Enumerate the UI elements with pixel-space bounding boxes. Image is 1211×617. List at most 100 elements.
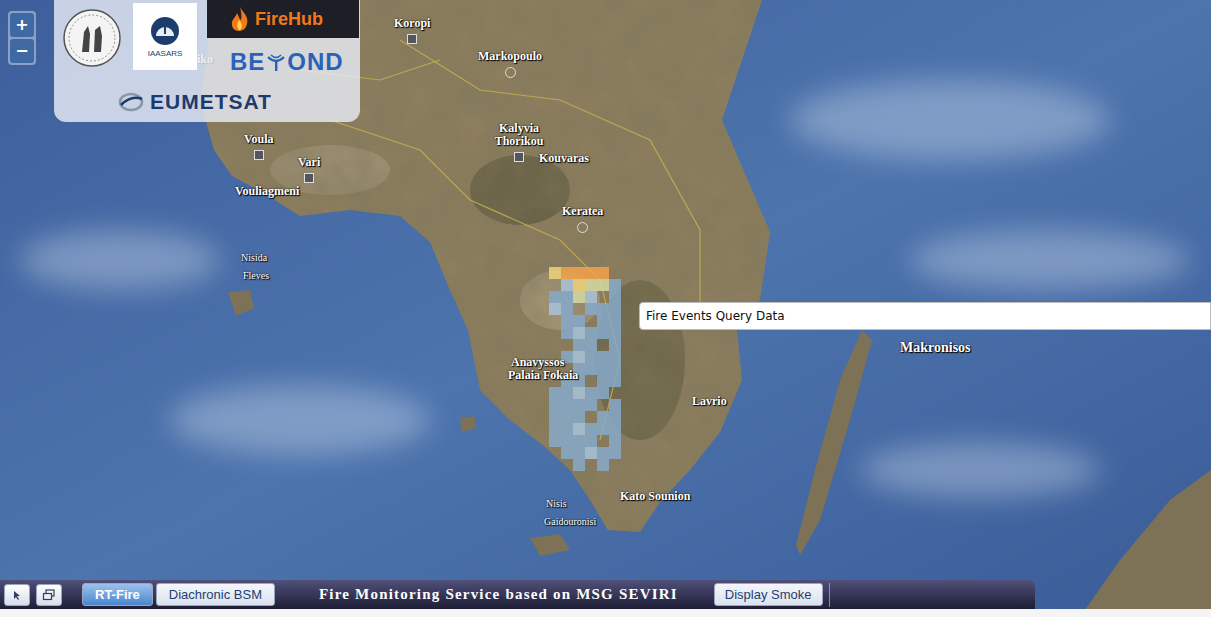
fire-pixel[interactable] — [585, 279, 597, 291]
place-name: Fleves — [243, 270, 269, 282]
fire-pixel[interactable] — [561, 399, 573, 411]
fire-pixel[interactable] — [573, 327, 585, 339]
fire-pixel[interactable] — [585, 303, 597, 315]
fire-pixel[interactable] — [573, 411, 585, 423]
zoom-out-button[interactable]: − — [10, 39, 34, 63]
city-marker-icon — [577, 222, 588, 233]
fire-pixel[interactable] — [585, 363, 597, 375]
pointer-tool-button[interactable] — [4, 584, 30, 606]
fire-pixel[interactable] — [549, 387, 561, 399]
fire-pixel[interactable] — [609, 315, 621, 327]
fire-pixel[interactable] — [585, 327, 597, 339]
mode-tab[interactable]: RT-Fire — [82, 583, 153, 606]
fire-pixel[interactable] — [597, 327, 609, 339]
toolbar-separator — [829, 583, 830, 607]
fire-pixel[interactable] — [609, 423, 621, 435]
window-tool-button[interactable] — [36, 584, 62, 606]
fire-pixel[interactable] — [573, 291, 585, 303]
fire-pixel[interactable] — [573, 387, 585, 399]
fire-pixel — [585, 459, 597, 471]
fire-pixel[interactable] — [549, 423, 561, 435]
fire-pixel[interactable] — [573, 459, 585, 471]
fire-pixel[interactable] — [609, 303, 621, 315]
fire-pixel[interactable] — [561, 387, 573, 399]
fire-pixel[interactable] — [597, 411, 609, 423]
fire-pixel[interactable] — [573, 351, 585, 363]
fire-pixel[interactable] — [597, 423, 609, 435]
fire-pixel[interactable] — [585, 447, 597, 459]
fire-pixel[interactable] — [609, 339, 621, 351]
fire-pixel[interactable] — [597, 279, 609, 291]
fire-pixel[interactable] — [561, 267, 573, 279]
fire-pixel[interactable] — [609, 351, 621, 363]
fire-pixel[interactable] — [561, 447, 573, 459]
fire-pixel[interactable] — [597, 375, 609, 387]
fire-pixel[interactable] — [585, 423, 597, 435]
fire-pixel[interactable] — [561, 291, 573, 303]
fire-pixel — [609, 459, 621, 471]
place-label: Vouliagmeni — [235, 185, 299, 198]
fire-pixel[interactable] — [549, 303, 561, 315]
place-label: Anavyssos — [511, 356, 564, 369]
fire-pixel — [597, 291, 609, 303]
fire-pixel[interactable] — [573, 315, 585, 327]
fire-row — [549, 291, 621, 303]
fire-pixel[interactable] — [585, 291, 597, 303]
fire-pixel[interactable] — [549, 267, 561, 279]
fire-pixel[interactable] — [561, 435, 573, 447]
fire-pixel[interactable] — [573, 339, 585, 351]
fire-pixel[interactable] — [609, 375, 621, 387]
fire-pixel[interactable] — [561, 303, 573, 315]
fire-pixel[interactable] — [597, 459, 609, 471]
fire-pixel[interactable] — [561, 327, 573, 339]
fire-pixel[interactable] — [561, 423, 573, 435]
fire-pixel[interactable] — [549, 411, 561, 423]
fire-pixel[interactable] — [609, 327, 621, 339]
fire-row — [549, 303, 621, 315]
place-name: Gaidouronisi — [544, 516, 596, 528]
fire-pixel[interactable] — [585, 387, 597, 399]
fire-pixel[interactable] — [549, 291, 561, 303]
fire-pixel[interactable] — [573, 423, 585, 435]
fire-pixel[interactable] — [549, 435, 561, 447]
fire-pixel[interactable] — [597, 303, 609, 315]
fire-pixel — [561, 459, 573, 471]
fire-pixel[interactable] — [597, 267, 609, 279]
fire-pixel[interactable] — [609, 399, 621, 411]
fire-pixel[interactable] — [573, 279, 585, 291]
fire-pixel[interactable] — [585, 399, 597, 411]
display-smoke-button[interactable]: Display Smoke — [714, 583, 823, 606]
fire-pixel[interactable] — [561, 411, 573, 423]
fire-pixel — [549, 459, 561, 471]
fire-pixel[interactable] — [597, 351, 609, 363]
fire-pixel[interactable] — [585, 267, 597, 279]
fire-pixel[interactable] — [573, 447, 585, 459]
place-name: Kalyvia Thorikou — [474, 122, 564, 148]
zoom-in-button[interactable]: + — [10, 13, 34, 37]
place-label: Koropi — [394, 17, 430, 44]
place-name: Vari — [298, 156, 320, 169]
admin-borders — [300, 40, 700, 440]
fire-pixel[interactable] — [609, 447, 621, 459]
fire-pixel — [573, 303, 585, 315]
fire-pixel[interactable] — [585, 435, 597, 447]
fire-pixel[interactable] — [561, 279, 573, 291]
fire-pixel[interactable] — [597, 363, 609, 375]
fire-pixel[interactable] — [609, 411, 621, 423]
fire-pixel[interactable] — [597, 447, 609, 459]
fire-pixel[interactable] — [597, 387, 609, 399]
fire-pixel[interactable] — [573, 399, 585, 411]
fire-pixel[interactable] — [585, 351, 597, 363]
fire-pixel[interactable] — [585, 339, 597, 351]
fire-pixel — [549, 327, 561, 339]
fire-pixel[interactable] — [609, 435, 621, 447]
fire-pixel[interactable] — [573, 435, 585, 447]
fire-pixel[interactable] — [549, 399, 561, 411]
fire-pixel[interactable] — [573, 267, 585, 279]
fire-pixel[interactable] — [609, 363, 621, 375]
fire-pixel[interactable] — [561, 315, 573, 327]
fire-pixel[interactable] — [609, 279, 621, 291]
fire-pixel[interactable] — [597, 315, 609, 327]
mode-tab[interactable]: Diachronic BSM — [156, 583, 275, 606]
fire-pixel[interactable] — [609, 291, 621, 303]
